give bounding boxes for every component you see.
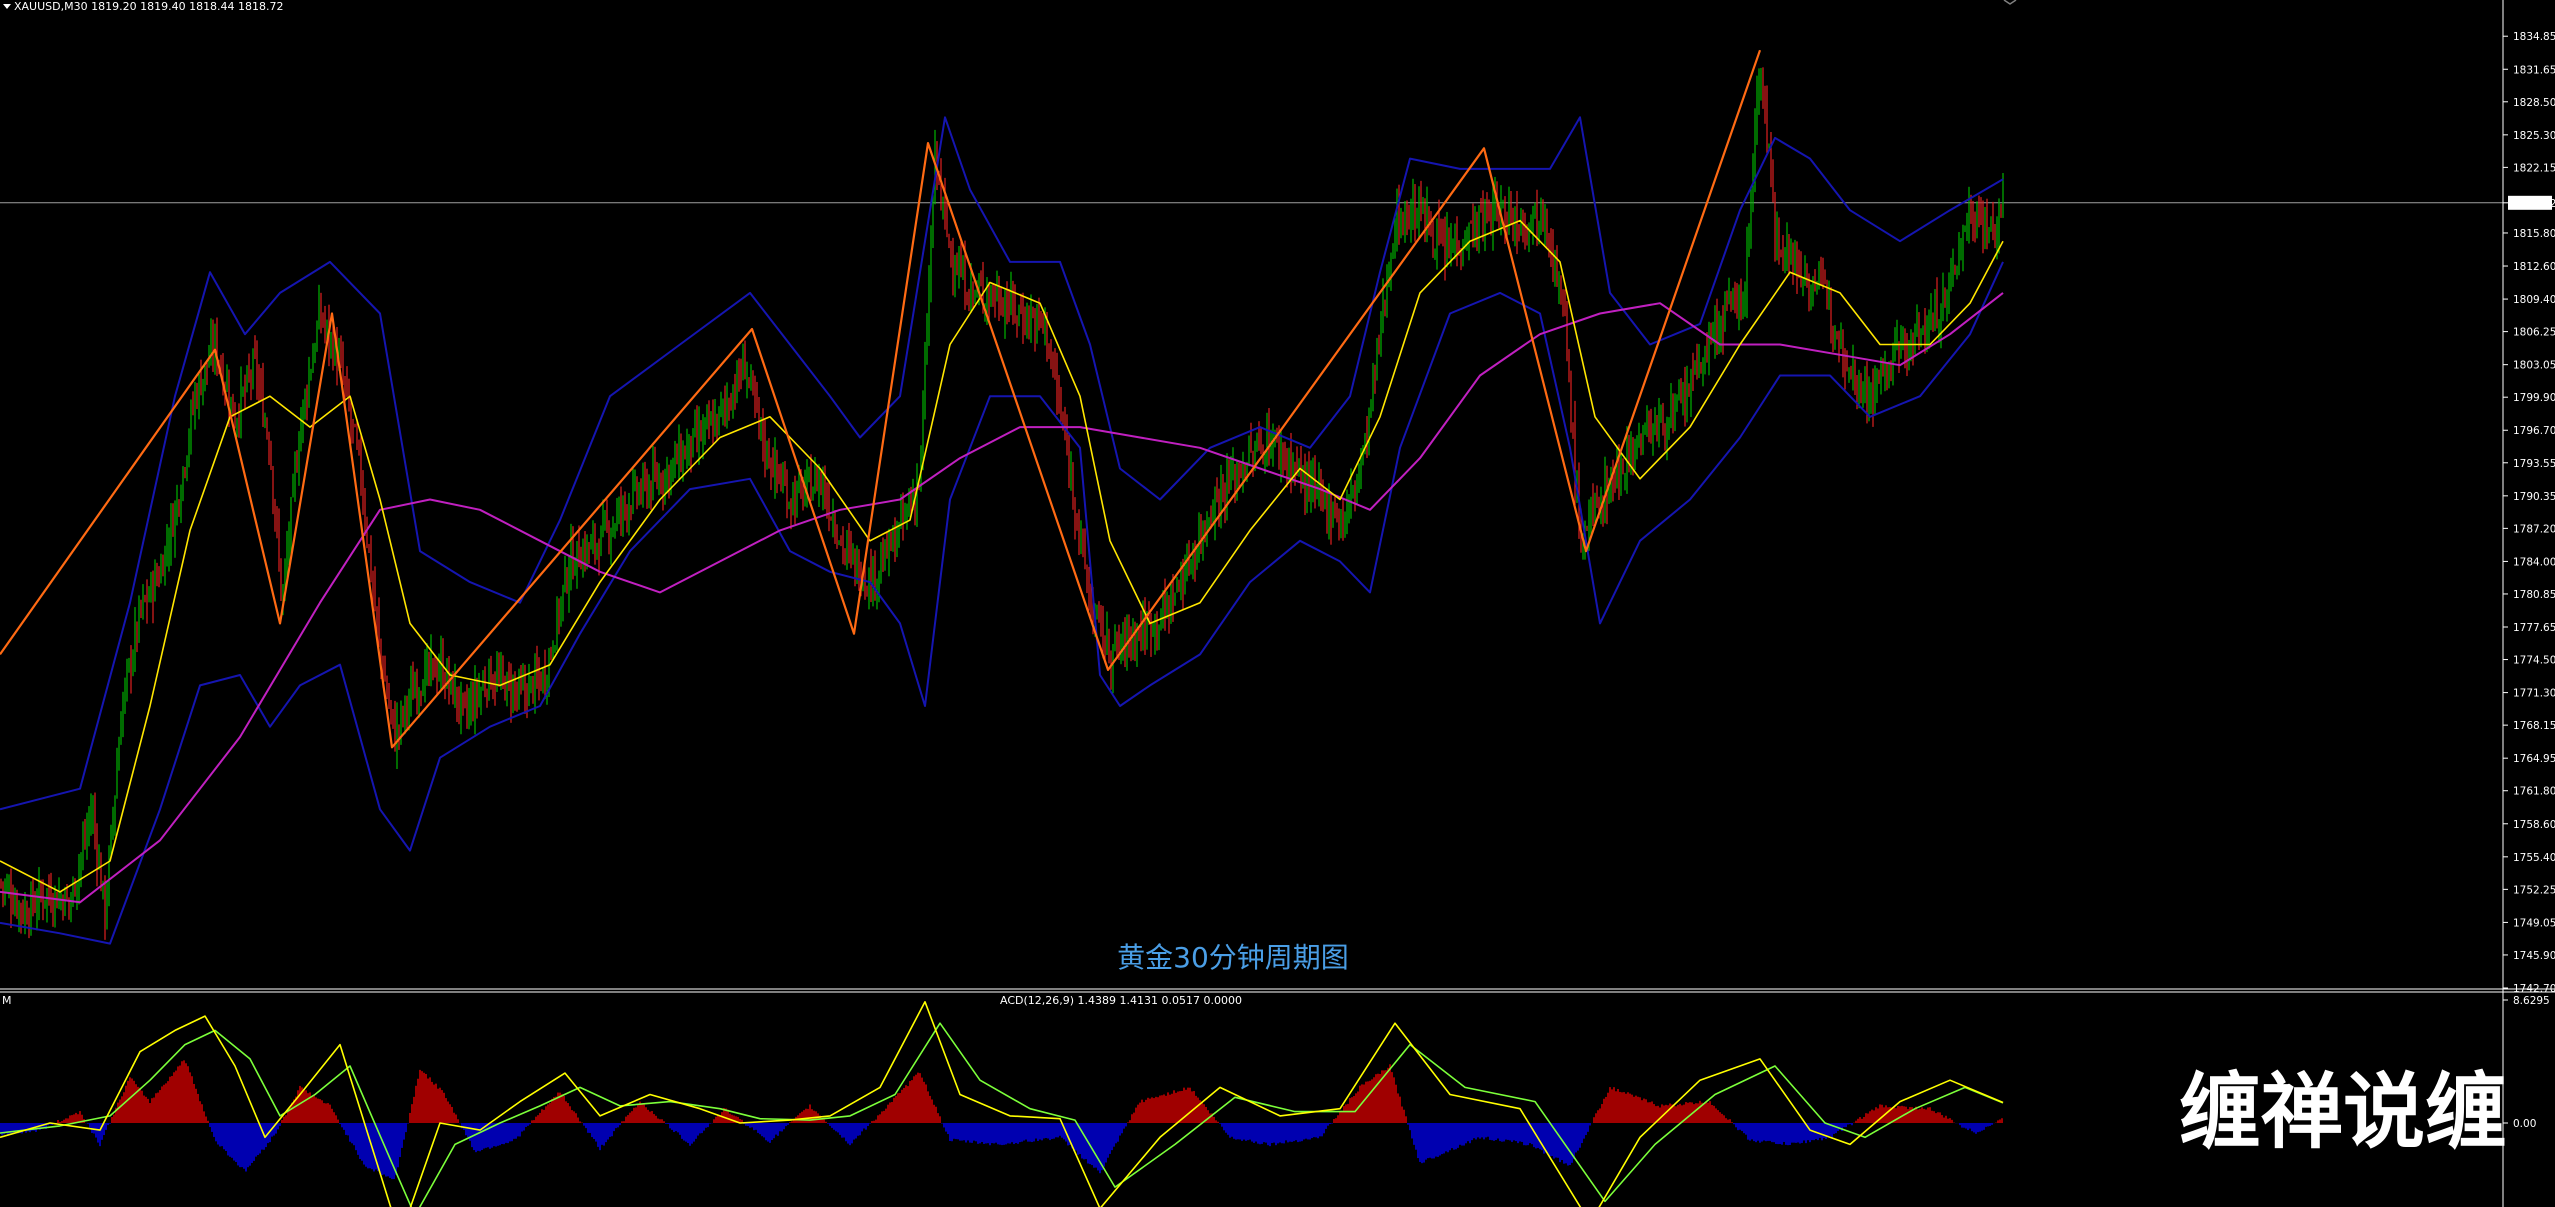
price-tick-label: 1799.90 (2513, 392, 2555, 404)
price-tick-label: 1793.55 (2513, 458, 2555, 470)
price-tick-label: 1749.05 (2513, 917, 2555, 929)
symbol-info-label: XAUUSD,M30 1819.20 1819.40 1818.44 1818.… (14, 0, 284, 13)
price-tick-label: 1825.30 (2513, 130, 2555, 142)
price-tick-label: 1771.30 (2513, 688, 2555, 700)
trading-chart-canvas: 1834.85 1831.65 1828.50 1825.30 1822.15 1818.… (0, 0, 2555, 1207)
price-tick-label: 1761.80 (2513, 786, 2555, 798)
current-price-label: 1818.72 (2513, 198, 2555, 210)
price-tick-label: 1787.20 (2513, 523, 2555, 535)
price-tick-label: 1745.90 (2513, 950, 2555, 962)
chart-caption: 黄金30分钟周期图 (1117, 941, 1349, 974)
price-tick-label: 1784.00 (2513, 556, 2555, 568)
chart-background (0, 0, 2555, 1207)
price-tick-label: 1758.60 (2513, 819, 2555, 831)
price-tick-label: 1796.70 (2513, 425, 2555, 437)
price-tick-label: 1768.15 (2513, 720, 2555, 732)
price-tick-label: 1831.65 (2513, 64, 2555, 76)
price-tick-label: 1828.50 (2513, 97, 2555, 109)
price-tick-label: 1803.05 (2513, 360, 2555, 372)
price-tick-label: 1822.15 (2513, 162, 2555, 174)
price-tick-label: 1764.95 (2513, 753, 2555, 765)
brand-watermark: 缠禅说缠 (2179, 1065, 2507, 1160)
price-tick-label: 1834.85 (2513, 31, 2555, 43)
price-tick-label: 1809.40 (2513, 294, 2555, 306)
price-tick-label: 1752.25 (2513, 884, 2555, 896)
price-tick-label: 1806.25 (2513, 327, 2555, 339)
price-tick-label: 1812.60 (2513, 261, 2555, 273)
price-tick-label: 1780.85 (2513, 589, 2555, 601)
price-tick-label: 1815.80 (2513, 228, 2555, 240)
price-tick-label: 1790.35 (2513, 491, 2555, 503)
macd-tick-label: 0.00 (2513, 1118, 2536, 1130)
price-tick-label: 1755.40 (2513, 852, 2555, 864)
price-tick-label: 1774.50 (2513, 655, 2555, 667)
macd-tick-label: 8.6295 (2513, 995, 2550, 1007)
price-tick-label: 1777.65 (2513, 622, 2555, 634)
